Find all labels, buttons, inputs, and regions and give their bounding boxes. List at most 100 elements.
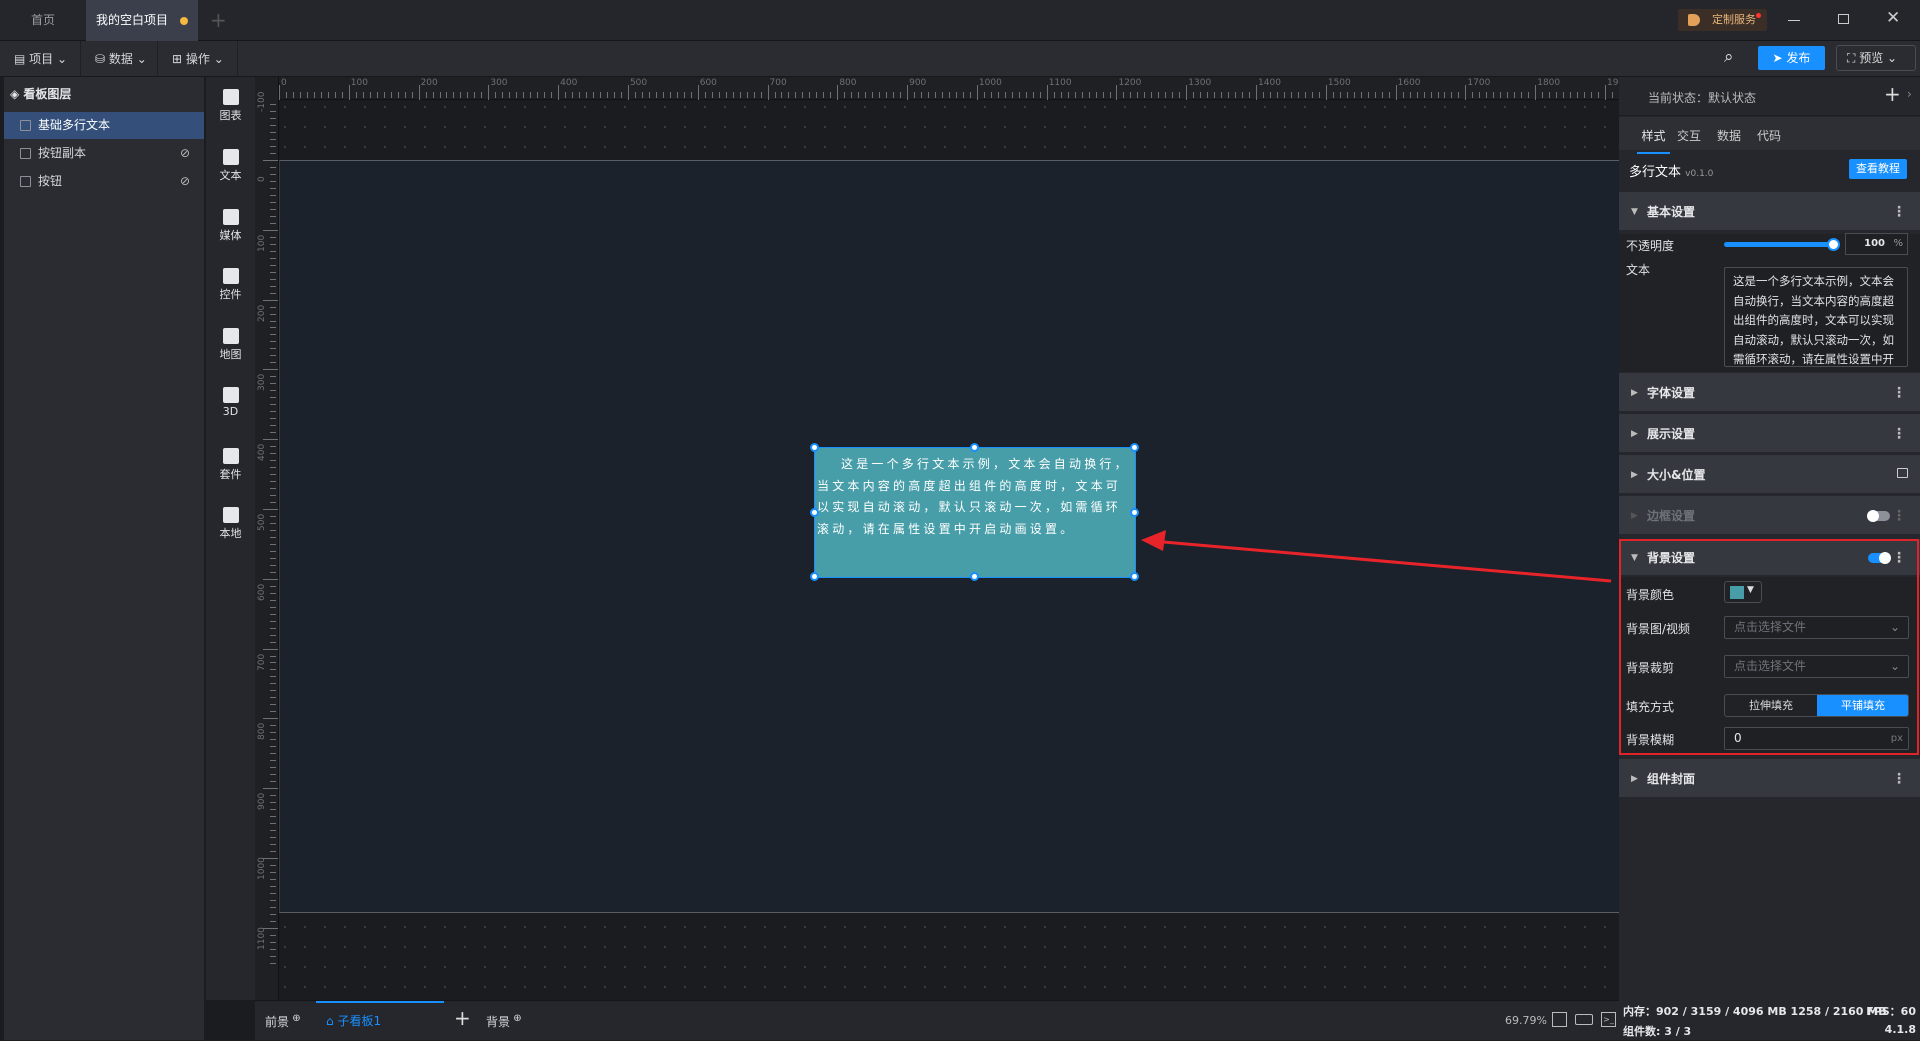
menu-data[interactable]: ⛁ 数据 ⌄	[81, 41, 158, 77]
ruler-tick	[544, 92, 545, 98]
resize-handle[interactable]	[970, 572, 979, 581]
publish-button[interactable]: ➤ 发布	[1758, 46, 1825, 70]
zoom-level[interactable]: 69.79%	[1505, 1014, 1547, 1027]
layer-item[interactable]: 按钮副本⊘	[4, 140, 204, 167]
preview-button[interactable]: ⛶ 预览 ⌄	[1836, 45, 1916, 71]
search-icon[interactable]: ⌕	[1724, 47, 1734, 67]
resize-handle[interactable]	[810, 572, 819, 581]
tab-style[interactable]: 样式	[1637, 127, 1670, 154]
menu-project[interactable]: ▤ 项目 ⌄	[0, 41, 81, 77]
bg-crop-select[interactable]: 点击选择文件⌄	[1724, 655, 1909, 678]
multiline-text-component[interactable]: 这是一个多行文本示例，文本会自动换行，当文本内容的高度超出组件的高度时，文本可以…	[814, 447, 1136, 578]
tab-code[interactable]: 代码	[1757, 127, 1781, 144]
resize-handle[interactable]	[970, 443, 979, 452]
more-icon[interactable]: ⋮	[1892, 496, 1906, 536]
ruler-tick	[726, 92, 727, 98]
background-toggle[interactable]	[1868, 553, 1890, 563]
opacity-input[interactable]: 100%	[1845, 233, 1908, 255]
ruler-vertical[interactable]: -100010020030040050060070080090010001100	[255, 77, 279, 1000]
more-icon[interactable]: ⋮	[1892, 759, 1906, 799]
bg-color-picker[interactable]: ▼	[1724, 581, 1762, 603]
component-name-label: 多行文本	[1629, 165, 1681, 180]
fill-stretch-option[interactable]: 拉伸填充	[1725, 695, 1817, 716]
ruler-tick	[270, 725, 276, 726]
lock-icon[interactable]	[1897, 468, 1908, 478]
more-icon[interactable]: ⋮	[1892, 192, 1906, 232]
menu-operate[interactable]: ⊞ 操作 ⌄	[158, 41, 238, 77]
resize-handle[interactable]	[810, 508, 819, 517]
opacity-slider[interactable]	[1724, 242, 1834, 247]
component-category-0[interactable]: 图表	[206, 89, 255, 123]
ruler-label: 900	[909, 78, 926, 88]
ruler-horizontal[interactable]: 0100200300400500600700800900100011001200…	[255, 77, 1619, 100]
bg-blur-input[interactable]: 0px	[1724, 727, 1909, 750]
tab-data[interactable]: 数据	[1717, 127, 1741, 144]
restore-icon[interactable]	[1838, 14, 1849, 24]
bg-image-select[interactable]: 点击选择文件⌄	[1724, 616, 1909, 639]
fit-screen-icon[interactable]	[1552, 1012, 1567, 1027]
terminal-icon[interactable]: >_	[1601, 1012, 1616, 1027]
tab-foreground[interactable]: 前景 ⊕	[265, 1013, 301, 1030]
background-label: 背景	[486, 1015, 510, 1029]
view-tutorial-button[interactable]: 查看教程	[1849, 159, 1907, 179]
eye-off-icon[interactable]: ⊘	[180, 168, 190, 195]
close-icon[interactable]: ✕	[1886, 8, 1900, 28]
component-category-4[interactable]: 地图	[206, 328, 255, 362]
bg-crop-placeholder: 点击选择文件	[1734, 659, 1806, 673]
ruler-tick	[1605, 85, 1606, 100]
component-category-5[interactable]: 3D	[206, 387, 255, 418]
add-tab-button[interactable]: +	[210, 8, 227, 32]
eye-off-icon[interactable]: ⊘	[180, 140, 190, 167]
custom-service-button[interactable]: 定制服务	[1678, 9, 1767, 31]
grid-icon: ⊞	[172, 52, 186, 66]
add-board-button[interactable]: +	[454, 1006, 471, 1030]
ruler-tick	[1200, 92, 1201, 98]
section-display[interactable]: ▶展示设置⋮	[1619, 414, 1920, 454]
add-state-button[interactable]: +	[1884, 82, 1901, 106]
component-category-6[interactable]: 套件	[206, 448, 255, 482]
tab-background[interactable]: 背景 ⊕	[486, 1013, 522, 1030]
resize-handle[interactable]	[1130, 508, 1139, 517]
resize-handle[interactable]	[1130, 443, 1139, 452]
keyboard-icon[interactable]	[1575, 1014, 1593, 1025]
section-border[interactable]: ▶边框设置⋮	[1619, 496, 1920, 536]
tab-interaction[interactable]: 交互	[1677, 127, 1701, 144]
add-circle-icon[interactable]: ⊕	[510, 1013, 522, 1024]
section-background[interactable]: ▼背景设置⋮	[1619, 539, 1920, 577]
section-basic[interactable]: ▼基本设置⋮	[1619, 192, 1920, 232]
section-cover[interactable]: ▶组件封面⋮	[1619, 759, 1920, 799]
section-size-position[interactable]: ▶大小&位置	[1619, 455, 1920, 495]
minimize-icon[interactable]	[1788, 20, 1800, 21]
ruler-tick	[1472, 92, 1473, 98]
ruler-tick	[1444, 92, 1445, 98]
ruler-tick	[558, 85, 559, 100]
add-circle-icon[interactable]: ⊕	[289, 1013, 301, 1024]
fill-tile-option[interactable]: 平铺填充	[1817, 695, 1909, 716]
layer-item[interactable]: 基础多行文本	[4, 112, 204, 139]
opacity-slider-handle[interactable]	[1827, 238, 1840, 251]
resize-handle[interactable]	[810, 443, 819, 452]
component-category-1[interactable]: 文本	[206, 149, 255, 183]
ruler-tick	[509, 92, 510, 98]
ruler-tick	[412, 92, 413, 98]
component-category-7[interactable]: 本地	[206, 507, 255, 541]
more-icon[interactable]: ⋮	[1892, 373, 1906, 413]
tab-subboard[interactable]: ⌂ 子看板1	[316, 1001, 444, 1041]
ruler-tick	[1012, 92, 1013, 98]
tab-project[interactable]: 我的空白项目	[86, 0, 198, 41]
fill-mode-segmented: 拉伸填充 平铺填充	[1724, 694, 1909, 717]
text-textarea[interactable]: 这是一个多行文本示例，文本会自动换行，当文本内容的高度超出组件的高度时，文本可以…	[1724, 267, 1908, 367]
border-toggle[interactable]	[1868, 511, 1890, 521]
layer-item[interactable]: 按钮⊘	[4, 168, 204, 195]
opacity-unit: %	[1893, 234, 1903, 254]
puzzle-icon	[223, 507, 239, 523]
component-category-3[interactable]: 控件	[206, 268, 255, 302]
chevron-right-icon[interactable]: ›	[1907, 87, 1912, 101]
component-category-2[interactable]: 媒体	[206, 209, 255, 243]
more-icon[interactable]: ⋮	[1892, 539, 1906, 577]
tab-home[interactable]: 首页	[0, 0, 86, 41]
ruler-tick	[328, 92, 329, 98]
memory-usage: 内存：902 / 3159 / 4096 MB 1258 / 2160 MB	[1623, 1003, 1887, 1019]
section-font[interactable]: ▶字体设置⋮	[1619, 373, 1920, 413]
more-icon[interactable]: ⋮	[1892, 414, 1906, 454]
